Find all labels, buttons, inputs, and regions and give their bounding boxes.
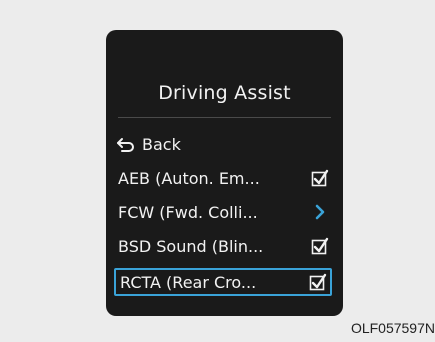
- back-arrow-icon: [116, 136, 136, 152]
- menu-item-label: FCW (Fwd. Colli...: [118, 202, 258, 222]
- menu-item-label: BSD Sound (Blin...: [118, 236, 264, 256]
- checkbox-checked-icon[interactable]: [310, 168, 330, 188]
- menu-item-fcw[interactable]: FCW (Fwd. Colli...: [116, 198, 330, 226]
- menu-item-aeb[interactable]: AEB (Auton. Em...: [116, 164, 330, 192]
- figure-code: OLF057597N: [350, 320, 435, 336]
- driving-assist-menu-panel: Driving Assist Back AEB (Auton. Em... FC…: [106, 30, 343, 316]
- menu-item-bsd-sound[interactable]: BSD Sound (Blin...: [116, 232, 330, 260]
- menu-title: Driving Assist: [158, 82, 291, 104]
- checkbox-checked-icon[interactable]: [310, 236, 330, 256]
- menu-item-rcta-selected[interactable]: RCTA (Rear Cro...: [114, 268, 332, 296]
- back-button[interactable]: Back: [116, 130, 330, 158]
- menu-item-label: RCTA (Rear Cro...: [120, 272, 257, 292]
- title-divider: [118, 117, 331, 118]
- chevron-right-icon[interactable]: [310, 202, 330, 222]
- menu-item-label: AEB (Auton. Em...: [118, 168, 260, 188]
- back-label: Back: [142, 134, 181, 154]
- checkbox-checked-icon[interactable]: [308, 272, 328, 292]
